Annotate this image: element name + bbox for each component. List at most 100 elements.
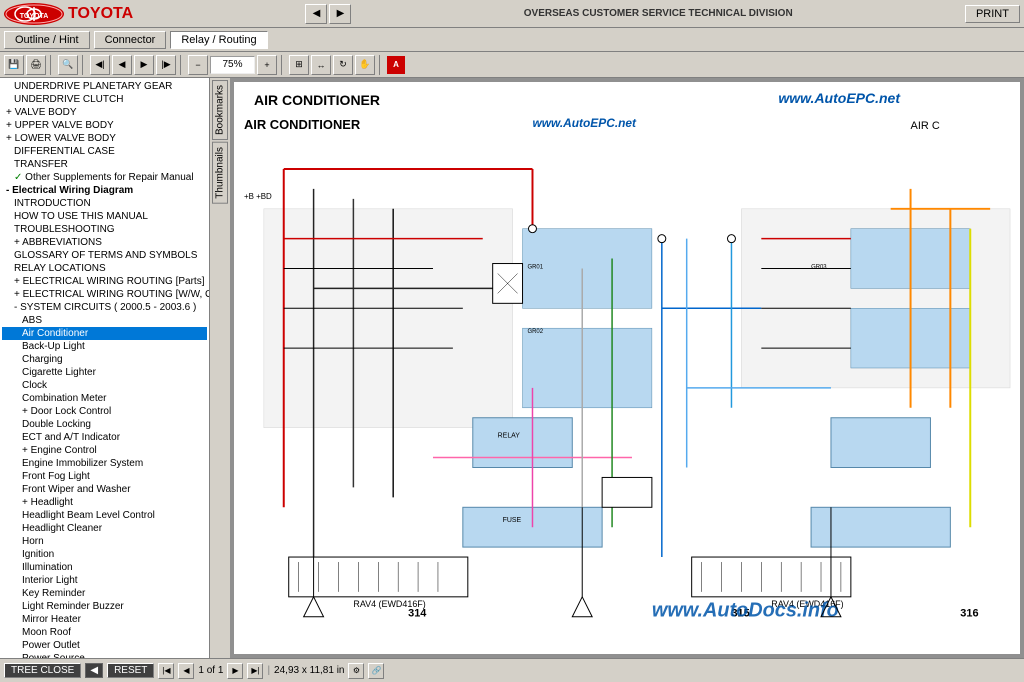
sidebar-item[interactable]: + Headlight [2, 496, 207, 509]
sidebar-item[interactable]: GLOSSARY OF TERMS AND SYMBOLS [2, 249, 207, 262]
sidebar-item[interactable]: Engine Immobilizer System [2, 457, 207, 470]
sidebar-item[interactable]: + ABBREVIATIONS [2, 236, 207, 249]
sidebar-item[interactable]: Other Supplements for Repair Manual [2, 171, 207, 184]
sidebar-item[interactable]: Power Outlet [2, 639, 207, 652]
relay-routing-tab[interactable]: Relay / Routing [170, 31, 267, 49]
print-icon[interactable]: 🖨 [26, 55, 46, 75]
sidebar-item[interactable]: Horn [2, 535, 207, 548]
back-button[interactable]: ◀ [305, 4, 327, 24]
sidebar-item[interactable]: + LOWER VALVE BODY [2, 132, 207, 145]
sidebar-item[interactable]: Ignition [2, 548, 207, 561]
nav-arrows: ◀ ▶ [305, 4, 351, 24]
svg-text:GR01: GR01 [528, 265, 544, 271]
rotate-icon[interactable]: ↻ [333, 55, 353, 75]
sidebar-item[interactable]: + UPPER VALVE BODY [2, 119, 207, 132]
wiring-diagram: AIR CONDITIONER www.AutoEPC.net AIR C +B… [234, 82, 1020, 654]
connector-tab[interactable]: Connector [94, 31, 167, 49]
zoom-out-icon[interactable]: − [188, 55, 208, 75]
page-next-btn[interactable]: ▶ [227, 663, 243, 679]
sidebar-item[interactable]: Moon Roof [2, 626, 207, 639]
sidebar-item[interactable]: Back-Up Light [2, 340, 207, 353]
sidebar-item[interactable]: + ELECTRICAL WIRING ROUTING [Parts] [2, 275, 207, 288]
page-current: 1 of 1 [198, 665, 223, 676]
tab-bar: Outline / Hint Connector Relay / Routing [0, 28, 1024, 52]
sidebar-item[interactable]: Interior Light [2, 574, 207, 587]
save-icon[interactable]: 💾 [4, 55, 24, 75]
nav-prev-bottom[interactable]: ◀ [85, 663, 103, 678]
sidebar-item[interactable]: Combination Meter [2, 392, 207, 405]
sidebar-item[interactable]: Key Reminder [2, 587, 207, 600]
sidebar-item[interactable]: TRANSFER [2, 158, 207, 171]
thumbnails-tab[interactable]: Thumbnails [212, 142, 228, 204]
sidebar-item[interactable]: ECT and A/T Indicator [2, 431, 207, 444]
svg-text:RELAY: RELAY [498, 433, 521, 440]
sidebar-item[interactable]: Cigarette Lighter [2, 366, 207, 379]
link-icon[interactable]: 🔗 [368, 663, 384, 679]
svg-text:RAV4 (EWD416F): RAV4 (EWD416F) [353, 599, 425, 609]
top-bar: TOYOTA TOYOTA ◀ ▶ OVERSEAS CUSTOMER SERV… [0, 0, 1024, 28]
sidebar-item[interactable]: Illumination [2, 561, 207, 574]
svg-text:GR02: GR02 [528, 329, 544, 335]
sidebar-item[interactable]: UNDERDRIVE CLUTCH [2, 93, 207, 106]
sidebar-item[interactable]: UNDERDRIVE PLANETARY GEAR [2, 80, 207, 93]
search-icon[interactable]: 🔍 [58, 55, 78, 75]
fit-width-icon[interactable]: ↔ [311, 55, 331, 75]
prev-page-icon[interactable]: ◀| [90, 55, 110, 75]
sidebar-item[interactable]: - Electrical Wiring Diagram [2, 184, 207, 197]
separator-3 [180, 55, 184, 75]
tree-close-button[interactable]: TREE CLOSE [4, 663, 81, 678]
pan-icon[interactable]: ✋ [355, 55, 375, 75]
sidebar-item[interactable]: Double Locking [2, 418, 207, 431]
sidebar-item[interactable]: ABS [2, 314, 207, 327]
fit-page-icon[interactable]: ⊞ [289, 55, 309, 75]
sidebar-item[interactable]: Front Wiper and Washer [2, 483, 207, 496]
sidebar-item[interactable]: + Door Lock Control [2, 405, 207, 418]
diagram-container: AIR CONDITIONER www.AutoEPC.net AIR COND… [230, 78, 1024, 658]
sidebar-item[interactable]: DIFFERENTIAL CASE [2, 145, 207, 158]
sidebar-item[interactable]: + VALVE BODY [2, 106, 207, 119]
svg-text:FUSE: FUSE [503, 517, 522, 524]
sidebar-item[interactable]: - SYSTEM CIRCUITS ( 2000.5 - 2003.6 ) [2, 301, 207, 314]
separator-5 [379, 55, 383, 75]
sidebar-item[interactable]: Light Reminder Buzzer [2, 600, 207, 613]
separator-bottom: | [267, 665, 270, 676]
forward-button[interactable]: ▶ [329, 4, 351, 24]
outline-hint-tab[interactable]: Outline / Hint [4, 31, 90, 49]
sidebar-item[interactable]: Mirror Heater [2, 613, 207, 626]
svg-text:www.AutoDocs.info: www.AutoDocs.info [652, 600, 839, 622]
sidebar-item[interactable]: INTRODUCTION [2, 197, 207, 210]
sidebar-content: UNDERDRIVE PLANETARY GEARUNDERDRIVE CLUT… [0, 78, 209, 658]
sidebar-item[interactable]: Power Source [2, 652, 207, 658]
dimensions-info: 24,93 x 11,81 in [274, 665, 344, 676]
reset-button[interactable]: RESET [107, 663, 154, 678]
svg-text:TOYOTA: TOYOTA [20, 13, 49, 20]
svg-text:AIR CONDITIONER: AIR CONDITIONER [244, 117, 361, 132]
settings-icon[interactable]: ⚙ [348, 663, 364, 679]
main-area: UNDERDRIVE PLANETARY GEARUNDERDRIVE CLUT… [0, 78, 1024, 658]
bottom-bar: TREE CLOSE ◀ RESET |◀ ◀ 1 of 1 ▶ ▶| | 24… [0, 658, 1024, 682]
bookmarks-tab[interactable]: Bookmarks [212, 80, 228, 140]
sidebar-item[interactable]: Clock [2, 379, 207, 392]
svg-text:314: 314 [408, 608, 427, 620]
print-button[interactable]: PRINT [965, 5, 1020, 23]
sidebar-item[interactable]: Headlight Cleaner [2, 522, 207, 535]
sidebar-item[interactable]: RELAY LOCATIONS [2, 262, 207, 275]
prev-icon[interactable]: ◀ [112, 55, 132, 75]
page-first-btn[interactable]: |◀ [158, 663, 174, 679]
sidebar-item[interactable]: Charging [2, 353, 207, 366]
zoom-level: 75% [210, 56, 255, 74]
adobe-icon: A [387, 56, 405, 74]
separator-2 [82, 55, 86, 75]
sidebar-item[interactable]: + ELECTRICAL WIRING ROUTING [W/W, G/P, S… [2, 288, 207, 301]
next-page-icon[interactable]: |▶ [156, 55, 176, 75]
sidebar-item[interactable]: HOW TO USE THIS MANUAL [2, 210, 207, 223]
zoom-in-icon[interactable]: + [257, 55, 277, 75]
sidebar-item[interactable]: Air Conditioner [2, 327, 207, 340]
page-last-btn[interactable]: ▶| [247, 663, 263, 679]
sidebar-item[interactable]: TROUBLESHOOTING [2, 223, 207, 236]
next-icon[interactable]: ▶ [134, 55, 154, 75]
sidebar-item[interactable]: Headlight Beam Level Control [2, 509, 207, 522]
sidebar-item[interactable]: Front Fog Light [2, 470, 207, 483]
page-prev-btn[interactable]: ◀ [178, 663, 194, 679]
sidebar-item[interactable]: + Engine Control [2, 444, 207, 457]
